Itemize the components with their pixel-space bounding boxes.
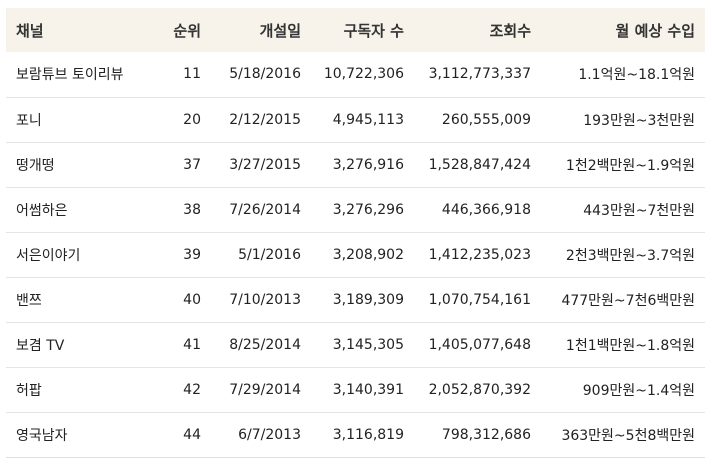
- cell-views: 2,052,870,392: [428, 381, 531, 398]
- cell-channel: 허팝: [16, 382, 42, 399]
- cell-created-date: 7/29/2014: [229, 381, 301, 398]
- cell-channel: 밴쯔: [16, 292, 42, 309]
- cell-rank: 44: [183, 426, 201, 443]
- cell-created-date: 3/27/2015: [229, 156, 301, 173]
- cell-subscribers: 10,722,306: [323, 66, 404, 83]
- header-subscribers[interactable]: 구독자 수: [311, 8, 414, 52]
- table-row: 보람튜브 토이리뷰 11 5/18/2016 10,722,306 3,112,…: [6, 52, 705, 97]
- cell-channel: 보겸 TV: [16, 337, 65, 354]
- cell-subscribers: 3,145,305: [332, 336, 404, 353]
- table-body: 보람튜브 토이리뷰 11 5/18/2016 10,722,306 3,112,…: [6, 52, 705, 457]
- cell-created-date: 8/25/2014: [229, 336, 301, 353]
- cell-monthly-income: 363만원~5천8백만원: [561, 427, 695, 444]
- cell-monthly-income: 477만원~7천6백만원: [561, 292, 695, 309]
- cell-created-date: 7/10/2013: [229, 291, 301, 308]
- cell-monthly-income: 2천3백만원~3.7억원: [565, 247, 695, 264]
- cell-created-date: 2/12/2015: [229, 111, 301, 128]
- table-row: 포니 20 2/12/2015 4,945,113 260,555,009 19…: [6, 97, 705, 142]
- table-row: 허팝 42 7/29/2014 3,140,391 2,052,870,392 …: [6, 367, 705, 412]
- cell-monthly-income: 1천2백만원~1.9억원: [565, 157, 695, 174]
- header-channel[interactable]: 채널: [6, 8, 141, 52]
- cell-subscribers: 3,208,902: [332, 246, 404, 263]
- cell-rank: 38: [183, 201, 201, 218]
- cell-created-date: 6/7/2013: [238, 426, 301, 443]
- cell-views: 446,366,918: [441, 201, 531, 218]
- cell-rank: 11: [183, 66, 201, 83]
- cell-channel: 서은이야기: [16, 247, 81, 264]
- cell-created-date: 5/1/2016: [238, 246, 301, 263]
- table-header: 채널 순위 개설일 구독자 수 조회수 월 예상 수입: [6, 8, 705, 52]
- cell-rank: 41: [183, 336, 201, 353]
- cell-views: 798,312,686: [441, 426, 531, 443]
- cell-views: 1,070,754,161: [428, 291, 531, 308]
- cell-monthly-income: 193만원~3천만원: [583, 112, 695, 129]
- header-created-date[interactable]: 개설일: [211, 8, 311, 52]
- cell-rank: 40: [183, 291, 201, 308]
- cell-channel: 포니: [16, 112, 42, 129]
- cell-rank: 37: [183, 156, 201, 173]
- cell-subscribers: 3,140,391: [332, 381, 404, 398]
- cell-subscribers: 4,945,113: [332, 111, 404, 128]
- cell-channel: 어썸하은: [16, 202, 68, 219]
- cell-monthly-income: 1천1백만원~1.8억원: [565, 337, 695, 354]
- cell-subscribers: 3,276,916: [332, 156, 404, 173]
- cell-channel: 보람튜브 토이리뷰: [16, 67, 124, 84]
- header-row: 채널 순위 개설일 구독자 수 조회수 월 예상 수입: [6, 8, 705, 52]
- cell-subscribers: 3,116,819: [332, 426, 404, 443]
- channel-table: 채널 순위 개설일 구독자 수 조회수 월 예상 수입 보람튜브 토이리뷰 11…: [6, 8, 705, 458]
- cell-rank: 20: [183, 111, 201, 128]
- cell-rank: 42: [183, 381, 201, 398]
- cell-channel: 떵개떵: [16, 157, 55, 174]
- cell-views: 260,555,009: [441, 111, 531, 128]
- cell-monthly-income: 909만원~1.4억원: [582, 382, 695, 399]
- cell-channel: 영국남자: [16, 427, 68, 444]
- cell-views: 1,412,235,023: [428, 246, 531, 263]
- table-row: 밴쯔 40 7/10/2013 3,189,309 1,070,754,161 …: [6, 277, 705, 322]
- cell-created-date: 7/26/2014: [229, 201, 301, 218]
- table-row: 떵개떵 37 3/27/2015 3,276,916 1,528,847,424…: [6, 142, 705, 187]
- cell-views: 1,405,077,648: [428, 336, 531, 353]
- table-row: 어썸하은 38 7/26/2014 3,276,296 446,366,918 …: [6, 187, 705, 232]
- header-rank[interactable]: 순위: [141, 8, 211, 52]
- cell-views: 1,528,847,424: [428, 156, 531, 173]
- cell-subscribers: 3,276,296: [332, 201, 404, 218]
- cell-views: 3,112,773,337: [428, 66, 531, 83]
- channel-table-container: 채널 순위 개설일 구독자 수 조회수 월 예상 수입 보람튜브 토이리뷰 11…: [6, 8, 705, 458]
- table-row: 서은이야기 39 5/1/2016 3,208,902 1,412,235,02…: [6, 232, 705, 277]
- cell-rank: 39: [183, 246, 201, 263]
- header-monthly-income[interactable]: 월 예상 수입: [541, 8, 705, 52]
- header-views[interactable]: 조회수: [414, 8, 541, 52]
- cell-monthly-income: 443만원~7천만원: [583, 202, 695, 219]
- cell-subscribers: 3,189,309: [332, 291, 404, 308]
- cell-monthly-income: 1.1억원~18.1억원: [578, 67, 695, 84]
- cell-created-date: 5/18/2016: [229, 66, 301, 83]
- table-row: 보겸 TV 41 8/25/2014 3,145,305 1,405,077,6…: [6, 322, 705, 367]
- table-row: 영국남자 44 6/7/2013 3,116,819 798,312,686 3…: [6, 412, 705, 457]
